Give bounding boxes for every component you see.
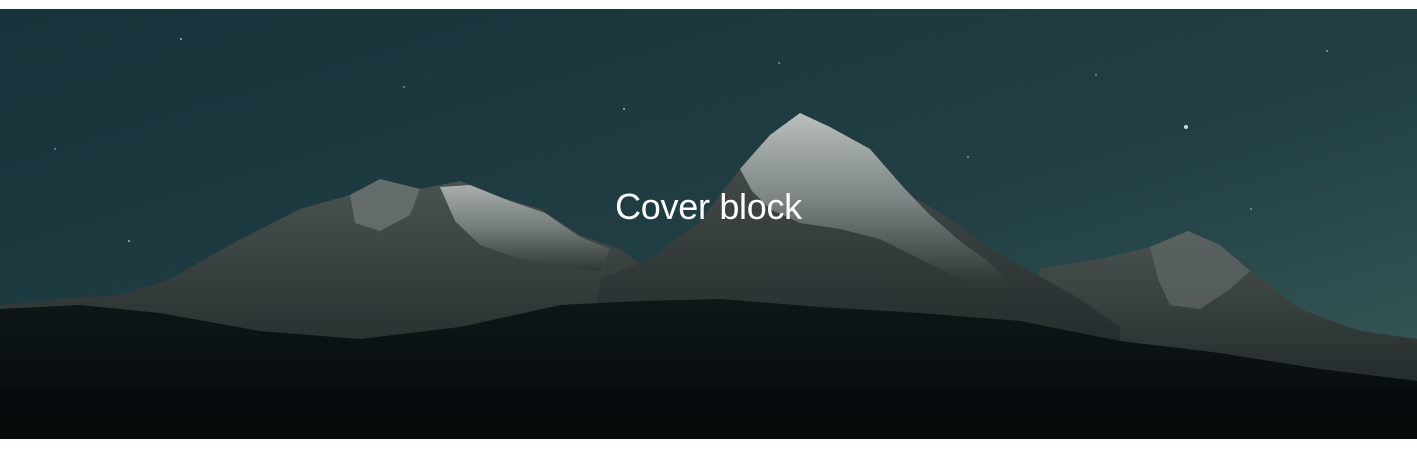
- cover-block: Cover block: [0, 9, 1417, 439]
- cover-title: Cover block: [615, 186, 802, 227]
